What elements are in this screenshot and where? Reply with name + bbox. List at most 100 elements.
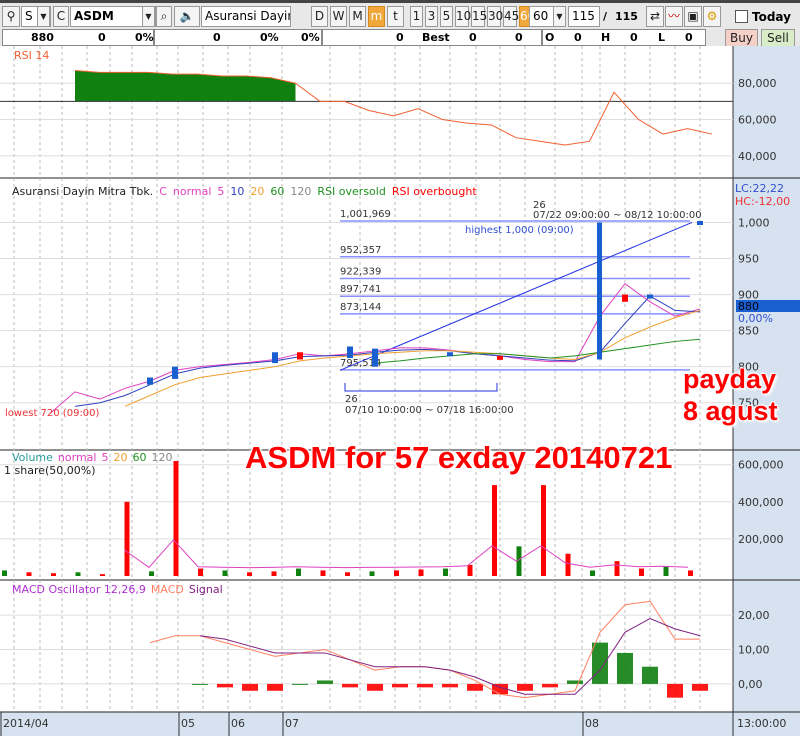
last-pct: 0,00%: [738, 312, 773, 325]
sell-button[interactable]: Sell: [761, 29, 795, 47]
candle: [697, 221, 703, 226]
time-label: 2014/04: [3, 717, 49, 730]
value-3: 0: [396, 31, 404, 44]
today-checkbox[interactable]: [735, 10, 748, 23]
period-button-15[interactable]: 15: [471, 6, 487, 27]
link-icon[interactable]: ⚲: [2, 6, 20, 27]
macd-histogram-bar: [442, 683, 458, 688]
change-pct: 0%: [135, 31, 154, 44]
macd-histogram-bar: [342, 683, 358, 688]
y-tick-label: 60,000: [738, 114, 777, 127]
macd-histogram-bar: [317, 680, 333, 684]
volume-legend-item: Volume: [12, 451, 53, 464]
macd-histogram-bar: [667, 683, 683, 698]
volume-bar: [345, 572, 350, 576]
fib-label: 922,339: [340, 266, 381, 277]
period-button-30[interactable]: 30: [487, 6, 503, 27]
volume-bar: [198, 568, 203, 576]
y-tick-label: 80,000: [738, 77, 777, 90]
price-legend-item: RSI overbought: [392, 185, 478, 198]
period-button-45[interactable]: 45: [503, 6, 519, 27]
macd-histogram-bar: [417, 683, 433, 688]
fib-label: 873,144: [340, 302, 381, 313]
period-button-10[interactable]: 10: [455, 6, 471, 27]
chevron-down-icon[interactable]: ▼: [142, 6, 155, 27]
period-button-m[interactable]: m: [368, 6, 385, 27]
period-button-1[interactable]: 1: [410, 6, 423, 27]
buy-button[interactable]: Buy: [725, 29, 758, 47]
period-button-W[interactable]: W: [330, 6, 347, 27]
price-legend-item: 10: [230, 185, 244, 198]
count-input[interactable]: 115: [568, 6, 600, 27]
volume-bar: [688, 570, 693, 576]
volume-bar: [614, 561, 620, 576]
high-value: 0: [630, 31, 638, 44]
price-legend-item: RSI oversold: [317, 185, 385, 198]
save-icon[interactable]: ▣: [684, 6, 702, 27]
indicator-icon[interactable]: 〰: [665, 6, 683, 27]
volume-bar: [51, 573, 56, 576]
open-label: O: [545, 31, 555, 44]
speaker-icon[interactable]: 🔈: [174, 6, 200, 27]
macd-histogram-bar: [292, 683, 308, 685]
lowest-label: lowest 720 (09:00): [5, 408, 100, 419]
y-tick-label: 950: [738, 253, 759, 266]
price-legend-item: 120: [290, 185, 311, 198]
period-button-t[interactable]: t: [387, 6, 404, 27]
period-button-D[interactable]: D: [311, 6, 328, 27]
volume-bar: [541, 485, 546, 576]
c-button[interactable]: C: [53, 6, 69, 27]
chevron-down-icon[interactable]: ▼: [553, 6, 566, 27]
candle: [297, 352, 303, 360]
fib-label: 897,741: [340, 284, 381, 295]
y-tick-label: 850: [738, 325, 759, 338]
quote-bar: 880 0 0% 0 0% 0% 0 Best 0 0 O 0 H 0 L 0 Buy Sell: [0, 28, 800, 47]
macd-histogram-bar: [267, 683, 283, 691]
gear-icon[interactable]: ⚙: [703, 6, 721, 27]
macd-histogram-bar: [217, 683, 233, 688]
total-count: 115: [615, 10, 638, 23]
chart-area[interactable]: 80,00060,00040,000RSI 141,00095090085080…: [0, 46, 800, 736]
macd-histogram-bar: [467, 683, 483, 691]
range-label-1: 07/22 09:00:00 ~ 08/12 10:00:00: [533, 210, 702, 221]
volume-bar: [418, 569, 424, 576]
time-label: 06: [231, 717, 245, 730]
time-label: 07: [285, 717, 299, 730]
change: 0: [98, 31, 106, 44]
candle: [622, 294, 628, 302]
range-label-2: 07/10 10:00:00 ~ 07/18 16:00:00: [345, 405, 514, 416]
volume-bar: [222, 570, 228, 576]
price-legend-item: C: [159, 185, 167, 198]
annotation-payday: payday: [683, 364, 777, 394]
macd-legend-item: Signal: [189, 583, 223, 596]
macd-histogram-bar: [692, 683, 708, 691]
macd-legend-item: MACD: [151, 583, 184, 596]
period-button-5[interactable]: 5: [440, 6, 453, 27]
macd-histogram-bar: [567, 680, 583, 684]
value-2: 0: [213, 31, 221, 44]
volume-bar: [663, 566, 669, 576]
chevron-down-icon[interactable]: ▼: [37, 6, 50, 27]
annotation-exday: ASDM for 57 exday 20140721: [245, 440, 673, 475]
best-1: 0: [469, 31, 477, 44]
candle: [172, 366, 178, 379]
highest-label: highest 1,000 (09:00): [465, 225, 574, 236]
volume-bar: [296, 568, 301, 576]
candle: [372, 348, 378, 367]
price: 880: [31, 31, 54, 44]
pct-2: 0%: [260, 31, 279, 44]
macd-histogram-bar: [192, 683, 208, 685]
volume-bar: [26, 572, 32, 576]
volume-unit: 1 share(50,00%): [4, 464, 96, 477]
volume-legend-item: 5: [101, 451, 108, 464]
macd-legend-item: MACD Oscillator 12,26,9: [12, 583, 146, 596]
candle: [497, 355, 503, 360]
compare-icon[interactable]: ⇄: [646, 6, 664, 27]
candle: [597, 222, 602, 360]
rsi-title: RSI 14: [14, 49, 49, 62]
period-button-M[interactable]: M: [349, 6, 366, 27]
search-icon[interactable]: ⌕: [156, 6, 172, 27]
period-button-3[interactable]: 3: [425, 6, 438, 27]
volume-bar: [639, 568, 644, 576]
macd-histogram-bar: [367, 683, 383, 691]
